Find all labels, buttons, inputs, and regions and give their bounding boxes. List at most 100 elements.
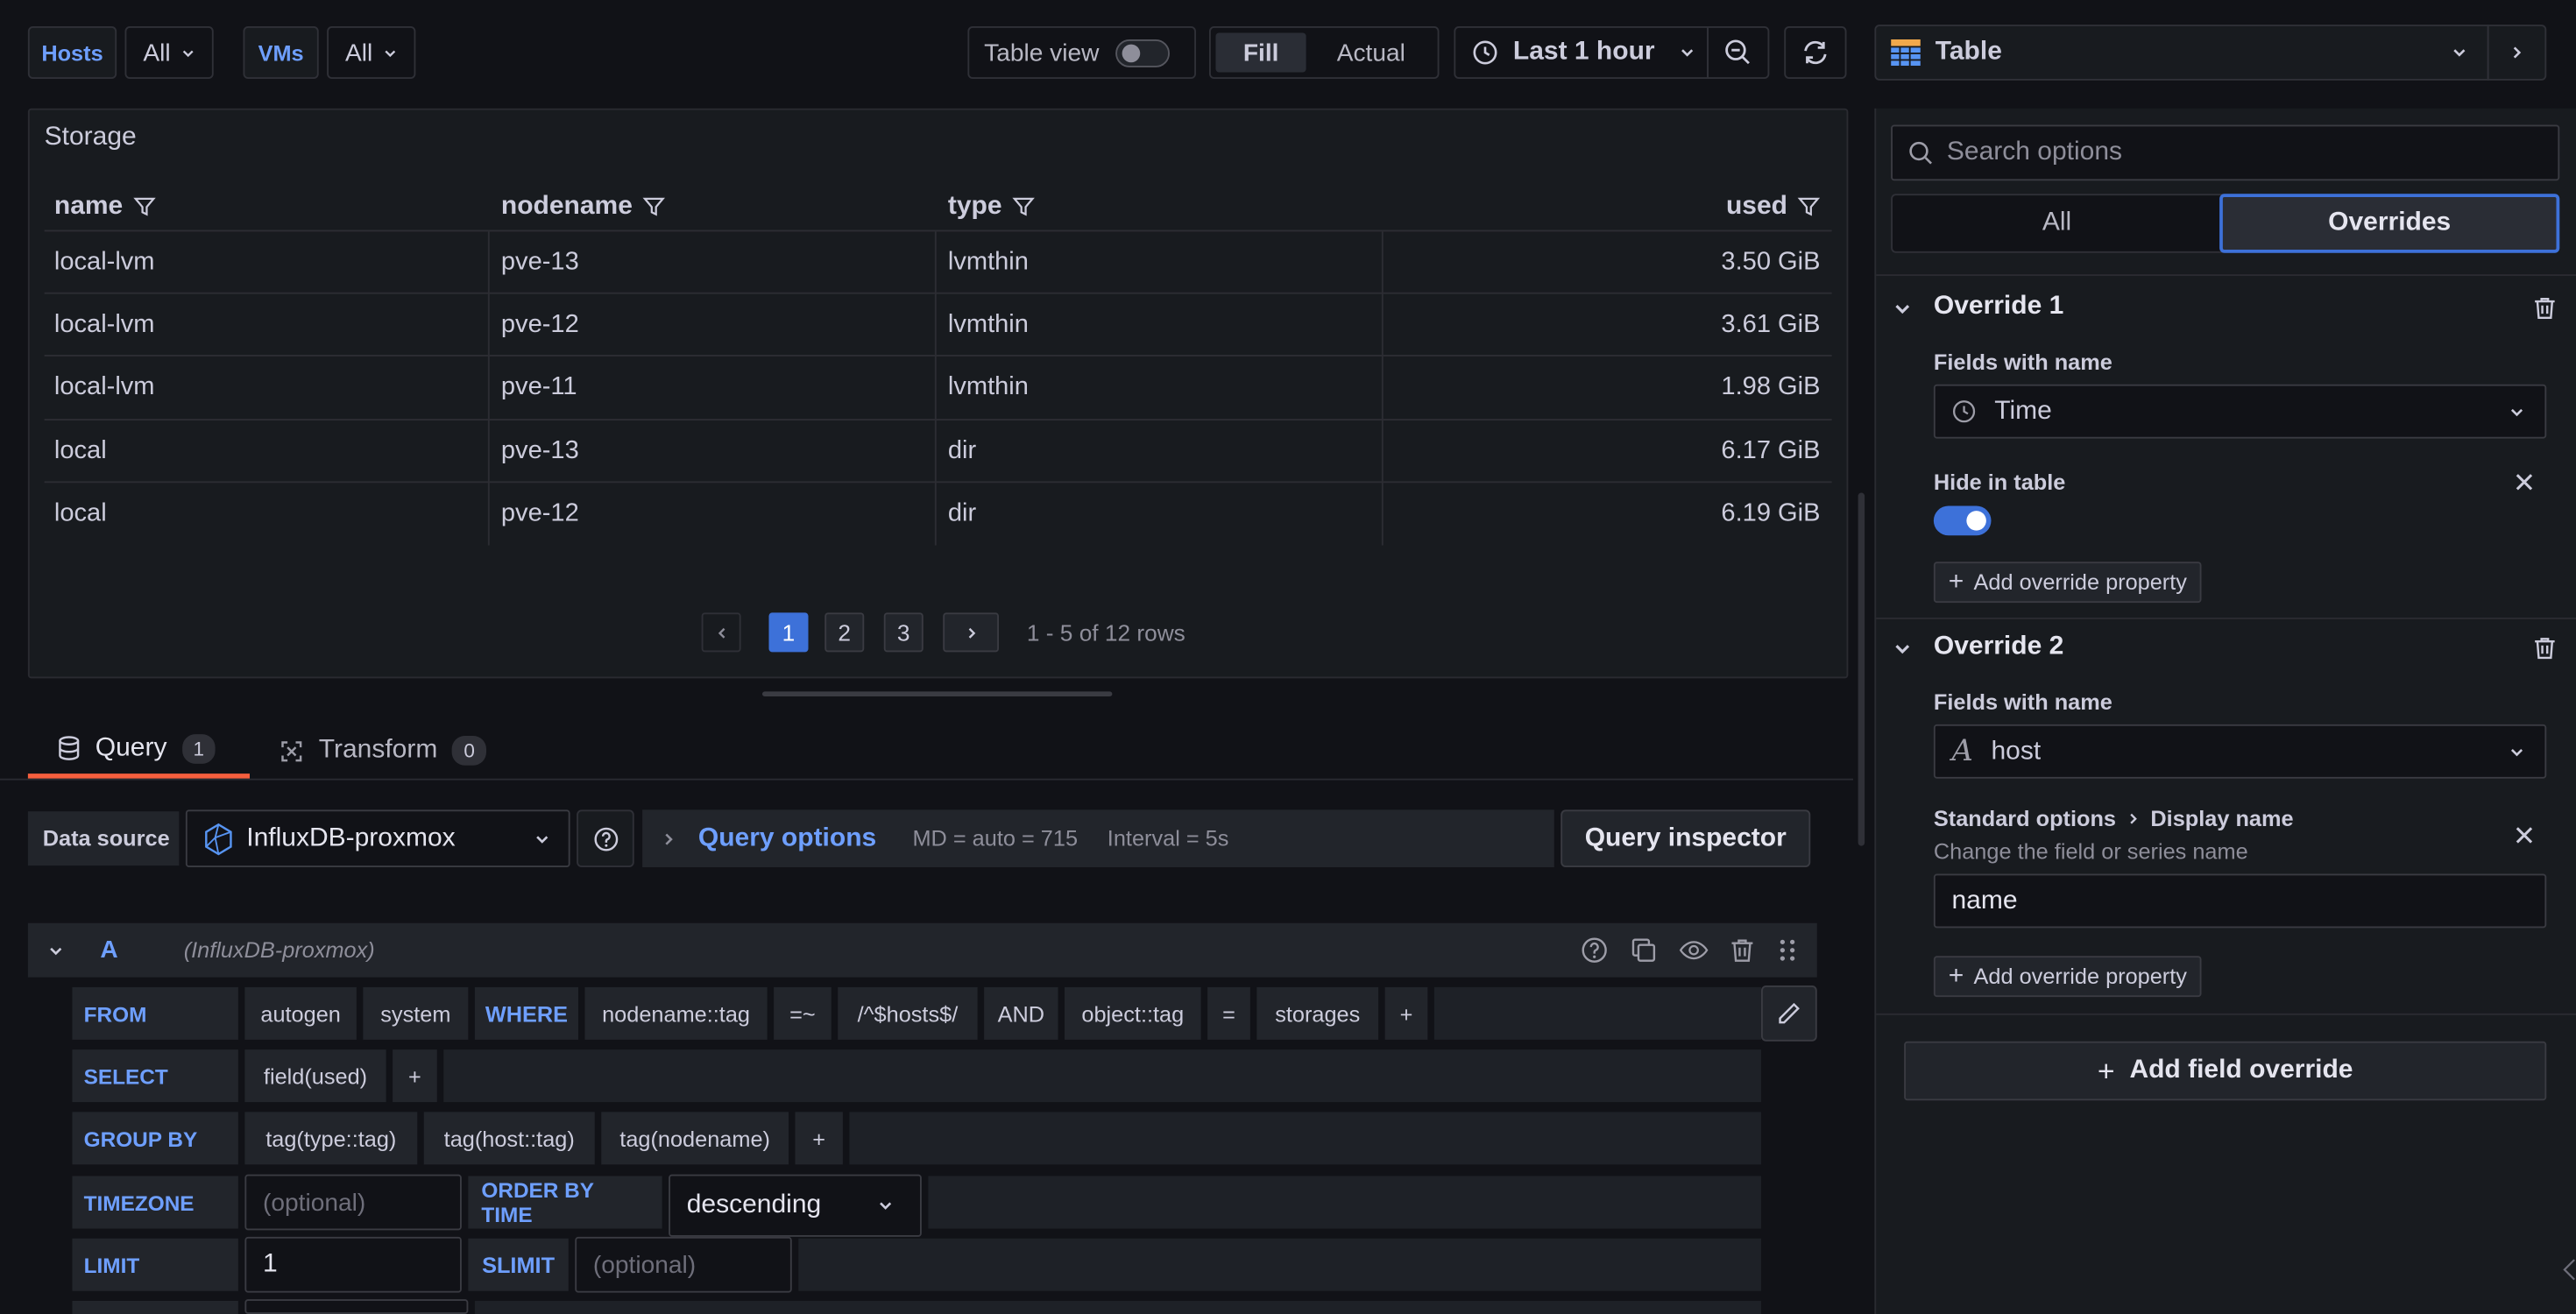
measurement-chip[interactable]: system [363,986,469,1040]
override-2-add-property-button[interactable]: + Add override property [1933,956,2202,998]
override-2-title[interactable]: Override 2 [1934,632,2063,662]
section-divider [1876,274,2576,276]
select-field-chip[interactable]: field(used) [244,1049,386,1103]
visualization-picker[interactable]: Table [1874,25,2489,81]
filter-icon[interactable] [132,195,156,218]
refresh-button[interactable] [1784,26,1847,79]
actual-option[interactable]: Actual [1310,33,1433,73]
limit-input[interactable]: 1 [244,1236,462,1293]
tab-all[interactable]: All [1893,195,2221,251]
table-row[interactable]: local-lvm pve-12 lvmthin 3.61 GiB [44,292,1832,355]
orderby-select[interactable]: descending [669,1174,922,1237]
search-options-input[interactable]: Search options [1891,124,2560,181]
query-inspector-button[interactable]: Query inspector [1560,809,1811,867]
where-key-chip[interactable]: nodename::tag [584,986,768,1040]
table-row[interactable]: local pve-12 dir 6.19 GiB [44,481,1832,543]
filter-icon[interactable] [1797,195,1821,218]
table-row[interactable]: local pve-13 dir 6.17 GiB [44,419,1832,481]
chevron-down-icon[interactable] [47,942,64,958]
where-value-chip[interactable]: /^$hosts$/ [838,986,978,1040]
row-fill [474,1301,1761,1314]
column-header-used[interactable]: used [1726,187,1821,227]
filter-icon[interactable] [642,195,666,218]
panel-resize-handle[interactable] [762,691,1113,696]
hide-in-table-switch[interactable] [1933,505,1992,536]
groupby-tag-chip[interactable]: tag(type::tag) [244,1112,418,1165]
column-header-type[interactable]: type [948,187,1035,227]
datasource-picker[interactable]: InfluxDB-proxmox [185,809,570,867]
clock-icon [1472,39,1498,66]
where-condition-chip[interactable]: AND [984,986,1058,1040]
add-groupby-button[interactable]: + [795,1112,843,1165]
raw-query-toggle[interactable] [1761,986,1817,1042]
page-button-2[interactable]: 2 [824,612,865,653]
column-header-nodename[interactable]: nodename [501,187,666,227]
close-icon[interactable] [2514,824,2535,845]
help-icon[interactable] [1581,936,1609,964]
query-row-header[interactable]: A (InfluxDB-proxmox) [27,922,1817,978]
display-name-input[interactable]: name [1933,873,2547,929]
prev-page-button[interactable] [701,612,741,653]
eye-icon[interactable] [1679,936,1709,964]
tab-query[interactable]: Query 1 [27,723,250,779]
add-field-override-button[interactable]: + Add field override [1904,1041,2547,1101]
timezone-input[interactable]: (optional) [244,1174,462,1231]
property-category: Standard options [1933,806,2116,831]
slimit-input[interactable]: (optional) [575,1236,792,1293]
orderby-value: descending [686,1190,822,1219]
drag-handle-icon[interactable] [1778,936,1798,964]
add-where-button[interactable]: + [1384,986,1428,1040]
table-row[interactable]: local-lvm pve-13 lvmthin 3.50 GiB [44,230,1832,293]
collapse-options-button[interactable] [2487,25,2547,81]
duplicate-icon[interactable] [1630,936,1658,964]
next-row-input[interactable] [244,1299,469,1314]
slimit-label: SLIMIT [468,1238,569,1291]
next-page-button[interactable] [943,612,999,653]
resize-corner-icon[interactable] [2559,1258,2576,1281]
column-header-name[interactable]: name [54,187,156,227]
add-select-button[interactable]: + [393,1049,437,1103]
override-1-title[interactable]: Override 1 [1934,293,2063,322]
chevron-right-icon [2509,45,2525,61]
page-button-1[interactable]: 1 [768,612,809,653]
override-2-field-select[interactable]: A host [1933,724,2547,779]
where-operator-chip[interactable]: = [1207,986,1250,1040]
override-1-add-property-button[interactable]: + Add override property [1933,562,2202,604]
trash-icon[interactable] [1729,936,1757,964]
retention-policy-chip[interactable]: autogen [244,986,357,1040]
zoom-out-button[interactable] [1707,26,1770,79]
query-options-label[interactable]: Query options [698,823,876,853]
datasource-help-button[interactable] [577,809,634,867]
chevron-down-icon[interactable] [1893,639,1913,659]
trash-icon[interactable] [2531,294,2558,322]
clock-icon [1952,399,1977,424]
chevron-down-icon[interactable] [1893,299,1913,319]
query-ref-id[interactable]: A [100,936,117,964]
property-breadcrumb: Standard options Display name [1934,807,2294,831]
editor-scrollbar[interactable] [1858,492,1865,846]
query-options-bar[interactable]: Query options MD = auto = 715 Interval =… [642,809,1554,867]
override-1-field-select[interactable]: Time [1933,384,2547,439]
hosts-variable-select[interactable]: All [124,26,214,79]
trash-icon[interactable] [2531,634,2558,662]
table-view-toggle[interactable]: Table view [967,26,1196,79]
where-key-chip[interactable]: object::tag [1065,986,1201,1040]
table-row[interactable]: local-lvm pve-11 lvmthin 1.98 GiB [44,355,1832,417]
hosts-value: All [143,39,171,67]
where-value-chip[interactable]: storages [1256,986,1379,1040]
tab-overrides[interactable]: Overrides [2219,194,2560,253]
filter-icon[interactable] [1012,195,1035,218]
groupby-tag-chip[interactable]: tag(host::tag) [423,1112,595,1165]
override-1-field-value: Time [1994,396,2052,425]
time-range-picker[interactable]: Last 1 hour [1454,26,1709,79]
toggle-switch[interactable] [1115,39,1171,67]
tab-transform[interactable]: Transform 0 [280,723,486,779]
groupby-tag-chip[interactable]: tag(nodename) [601,1112,789,1165]
vms-variable-select[interactable]: All [327,26,416,79]
row-fill [798,1238,1761,1291]
tab-query-label: Query [95,733,167,762]
page-button-3[interactable]: 3 [883,612,924,653]
where-operator-chip[interactable]: =~ [774,986,832,1040]
close-icon[interactable] [2514,471,2535,492]
fill-option[interactable]: Fill [1215,32,1306,73]
